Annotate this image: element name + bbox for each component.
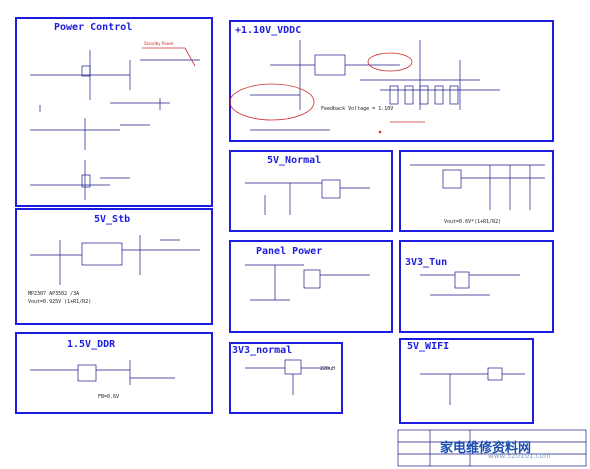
schematic-wiring [30,40,587,467]
watermark-url: www.520101.com [488,452,551,460]
